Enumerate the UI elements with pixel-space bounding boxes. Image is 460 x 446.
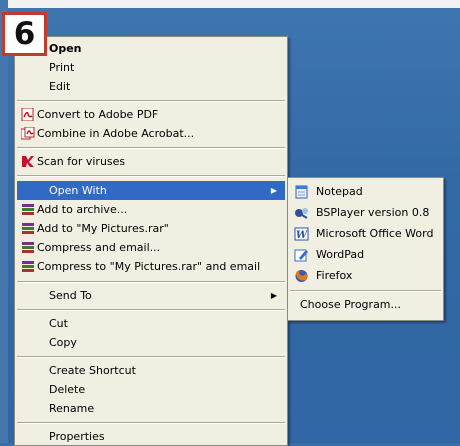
submenu-item-wordpad-label: WordPad (316, 248, 365, 261)
menu-item-compress-rar-email-label: Compress to "My Pictures.rar" and email (37, 260, 261, 273)
open-with-submenu: Notepad BSPlayer version 0.8 W Microsoft… (287, 177, 444, 321)
menu-item-convert-pdf-label: Convert to Adobe PDF (37, 108, 159, 121)
step-number-badge: 6 (2, 12, 47, 56)
menu-item-compress-email[interactable]: Compress and email... (17, 238, 285, 257)
menu-separator (17, 175, 285, 177)
menu-item-properties[interactable]: Properties (17, 427, 285, 446)
acrobat-icon (21, 127, 35, 140)
menu-separator (17, 147, 285, 149)
submenu-item-firefox[interactable]: Firefox (290, 266, 441, 286)
winrar-icon (22, 223, 34, 234)
submenu-item-word[interactable]: W Microsoft Office Word (290, 224, 441, 244)
winrar-icon (22, 204, 34, 215)
menu-item-add-archive-label: Add to archive... (37, 203, 128, 216)
submenu-item-firefox-label: Firefox (316, 269, 353, 282)
winrar-icon (22, 261, 34, 272)
notepad-icon (295, 185, 308, 199)
submenu-item-notepad-label: Notepad (316, 185, 363, 198)
menu-item-scan-viruses[interactable]: Scan for viruses (17, 152, 285, 171)
pdf-icon (21, 108, 34, 121)
menu-item-send-to-label: Send To (49, 289, 92, 302)
menu-separator (17, 100, 285, 102)
submenu-arrow-icon: ▶ (270, 291, 277, 300)
menu-item-print[interactable]: Print (17, 58, 285, 77)
menu-separator (17, 356, 285, 358)
menu-item-create-shortcut[interactable]: Create Shortcut (17, 361, 285, 380)
menu-item-add-rar[interactable]: Add to "My Pictures.rar" (17, 219, 285, 238)
page-top-border (0, 0, 460, 8)
winrar-icon (22, 242, 34, 253)
submenu-separator (290, 290, 441, 292)
antivirus-icon (22, 156, 34, 167)
menu-item-copy[interactable]: Copy (17, 333, 285, 352)
menu-item-combine-acrobat[interactable]: Combine in Adobe Acrobat... (17, 124, 285, 143)
submenu-item-notepad[interactable]: Notepad (290, 182, 441, 202)
svg-text:W: W (296, 230, 309, 241)
menu-item-open-with-label: Open With (49, 184, 107, 197)
menu-item-convert-pdf[interactable]: Convert to Adobe PDF (17, 105, 285, 124)
bsplayer-icon (295, 208, 308, 219)
menu-item-compress-email-label: Compress and email... (37, 241, 161, 254)
menu-item-send-to[interactable]: Send To ▶ (17, 286, 285, 305)
menu-separator (17, 281, 285, 283)
submenu-item-bsplayer[interactable]: BSPlayer version 0.8 (290, 203, 441, 223)
menu-item-cut[interactable]: Cut (17, 314, 285, 333)
submenu-arrow-icon: ▶ (270, 186, 277, 195)
menu-item-add-archive[interactable]: Add to archive... (17, 200, 285, 219)
submenu-item-wordpad[interactable]: WordPad (290, 245, 441, 265)
menu-item-open[interactable]: Open (17, 39, 285, 58)
menu-item-combine-acrobat-label: Combine in Adobe Acrobat... (37, 127, 195, 140)
page-left-border (0, 0, 8, 443)
menu-item-compress-rar-email[interactable]: Compress to "My Pictures.rar" and email (17, 257, 285, 276)
wordpad-icon (294, 249, 308, 262)
menu-item-add-rar-label: Add to "My Pictures.rar" (37, 222, 169, 235)
menu-item-open-with[interactable]: Open With ▶ (17, 181, 285, 200)
context-menu: Open Print Edit Convert to Adobe PDF Com… (14, 36, 288, 446)
menu-separator (17, 422, 285, 424)
menu-item-rename[interactable]: Rename (17, 399, 285, 418)
submenu-item-choose-program[interactable]: Choose Program... (290, 295, 441, 315)
menu-item-scan-viruses-label: Scan for viruses (37, 155, 126, 168)
menu-separator (17, 309, 285, 311)
word-icon: W (294, 227, 309, 241)
firefox-icon (295, 270, 308, 282)
submenu-item-word-label: Microsoft Office Word (316, 227, 434, 240)
submenu-item-bsplayer-label: BSPlayer version 0.8 (316, 206, 430, 219)
menu-item-delete[interactable]: Delete (17, 380, 285, 399)
menu-item-edit[interactable]: Edit (17, 77, 285, 96)
